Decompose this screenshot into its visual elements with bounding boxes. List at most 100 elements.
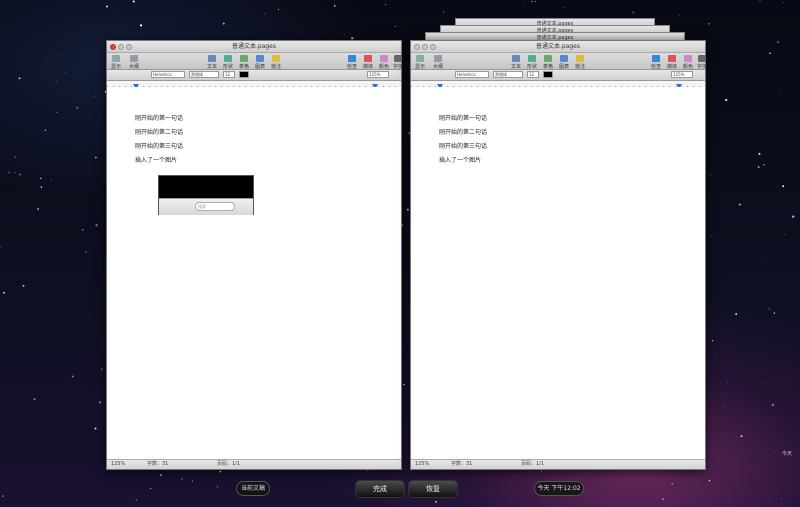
done-button[interactable]: 完成 — [355, 480, 405, 498]
toolbar-button[interactable]: 形状 — [223, 55, 233, 70]
star — [759, 383, 761, 384]
toolbar-button[interactable]: 表格 — [239, 55, 249, 70]
text-line[interactable]: 刚开始的第二句话 — [439, 127, 487, 136]
star — [277, 8, 280, 10]
sections-icon — [434, 55, 442, 62]
view-icon — [112, 55, 120, 62]
star — [160, 474, 162, 476]
star — [40, 186, 43, 188]
star — [738, 203, 741, 206]
font-style-select[interactable]: 常规体 — [189, 71, 219, 78]
star — [782, 2, 784, 3]
toolbar-button[interactable]: 批注 — [575, 55, 585, 70]
star — [679, 15, 681, 17]
star — [139, 24, 143, 27]
shapes-icon — [224, 55, 232, 62]
font-size-select[interactable]: 12 — [223, 71, 235, 78]
star — [181, 478, 183, 480]
toolbar-button[interactable]: 字体 — [697, 55, 707, 70]
star — [100, 368, 103, 371]
star — [724, 405, 726, 407]
inserted-image[interactable]: 搜索 — [158, 175, 254, 215]
toolbar-button[interactable]: 颜色 — [683, 55, 693, 70]
shapes-icon — [528, 55, 536, 62]
version-timestamp: 今天 下午12:02 — [534, 481, 584, 496]
star — [18, 173, 21, 176]
close-button[interactable] — [110, 44, 116, 50]
star — [711, 235, 713, 237]
media-icon — [668, 55, 676, 62]
toolbar-button[interactable]: 媒体 — [667, 55, 677, 70]
text-line[interactable]: 刚开始的第一句话 — [135, 113, 183, 122]
font-family-select[interactable]: Helvetica — [151, 71, 185, 78]
toolbar-button[interactable]: 字体 — [393, 55, 403, 70]
minimize-button[interactable] — [118, 44, 124, 50]
star — [776, 41, 780, 44]
star — [264, 13, 265, 15]
toolbar-button[interactable]: 显示 — [415, 55, 425, 70]
toolbar-button[interactable]: 批注 — [271, 55, 281, 70]
toolbar-button[interactable]: 显示 — [111, 55, 121, 70]
text-line[interactable]: 刚开始的第二句话 — [135, 127, 183, 136]
text-line[interactable]: 刚开始的第三句话 — [439, 141, 487, 150]
star — [781, 498, 783, 500]
star — [3, 291, 6, 294]
embedded-search-field: 搜索 — [195, 202, 235, 211]
star — [771, 403, 774, 407]
star — [50, 179, 52, 181]
current-document-window[interactable]: 普通文本.pages 显示大纲文本框形状表格图表批注检查器媒体颜色字体 Helv… — [106, 40, 403, 470]
sections-icon — [130, 55, 138, 62]
star — [740, 435, 743, 438]
star — [531, 0, 533, 3]
table-icon — [240, 55, 248, 62]
star — [726, 381, 728, 383]
toolbar-button[interactable]: 大纲 — [433, 55, 443, 70]
toolbar: 显示大纲文本框形状表格图表批注检查器媒体颜色字体 — [107, 53, 403, 77]
restore-button[interactable]: 恢复 — [408, 480, 458, 498]
current-document-label: 当前文稿 — [236, 481, 270, 496]
star — [773, 452, 776, 454]
star — [422, 477, 423, 479]
document-page[interactable]: 刚开始的第一句话 刚开始的第二句话 刚开始的第三句话 插入了一个图片 — [411, 87, 705, 460]
toolbar-button[interactable]: 颜色 — [379, 55, 389, 70]
star — [769, 52, 771, 54]
text-color-well — [543, 71, 553, 78]
inspector-icon — [652, 55, 660, 62]
text-line[interactable]: 刚开始的第三句话 — [135, 141, 183, 150]
star — [784, 233, 786, 235]
toolbar-button[interactable]: 图表 — [255, 55, 265, 70]
star — [2, 495, 4, 497]
text-line[interactable]: 刚开始的第一句话 — [439, 113, 487, 122]
star — [711, 340, 714, 342]
toolbar-button[interactable]: 形状 — [527, 55, 537, 70]
zoom-button — [430, 44, 436, 50]
star — [33, 398, 36, 401]
zoom-select[interactable]: 125% — [367, 71, 389, 78]
star — [10, 123, 12, 125]
star — [134, 18, 136, 20]
view-icon — [416, 55, 424, 62]
toolbar-button[interactable]: 大纲 — [129, 55, 139, 70]
star — [708, 23, 710, 25]
toolbar-button[interactable]: 图表 — [559, 55, 569, 70]
star — [403, 383, 405, 386]
document-page[interactable]: 刚开始的第一句话 刚开始的第二句话 刚开始的第三句话 插入了一个图片 搜索 — [107, 87, 401, 460]
text-line[interactable]: 插入了一个图片 — [135, 155, 177, 164]
star — [216, 486, 219, 488]
star — [767, 260, 768, 262]
star — [443, 11, 445, 13]
status-bar: 125% 字数：31 页码：1/1 — [107, 459, 401, 469]
toolbar-button[interactable]: 表格 — [543, 55, 553, 70]
text-color-well[interactable] — [239, 71, 249, 78]
toolbar-button[interactable]: 媒体 — [363, 55, 373, 70]
star — [735, 312, 738, 316]
star — [85, 251, 87, 253]
font-style-select: 常规体 — [493, 71, 523, 78]
star — [763, 164, 765, 166]
zoom-button[interactable] — [126, 44, 132, 50]
text-line[interactable]: 插入了一个图片 — [439, 155, 481, 164]
star — [81, 228, 84, 231]
star — [563, 6, 565, 8]
previous-version-window[interactable]: 普通文本.pages 显示大纲文本框形状表格图表批注检查器媒体颜色字体 Helv… — [410, 40, 707, 470]
timeline-label[interactable]: 今天 — [782, 450, 792, 457]
